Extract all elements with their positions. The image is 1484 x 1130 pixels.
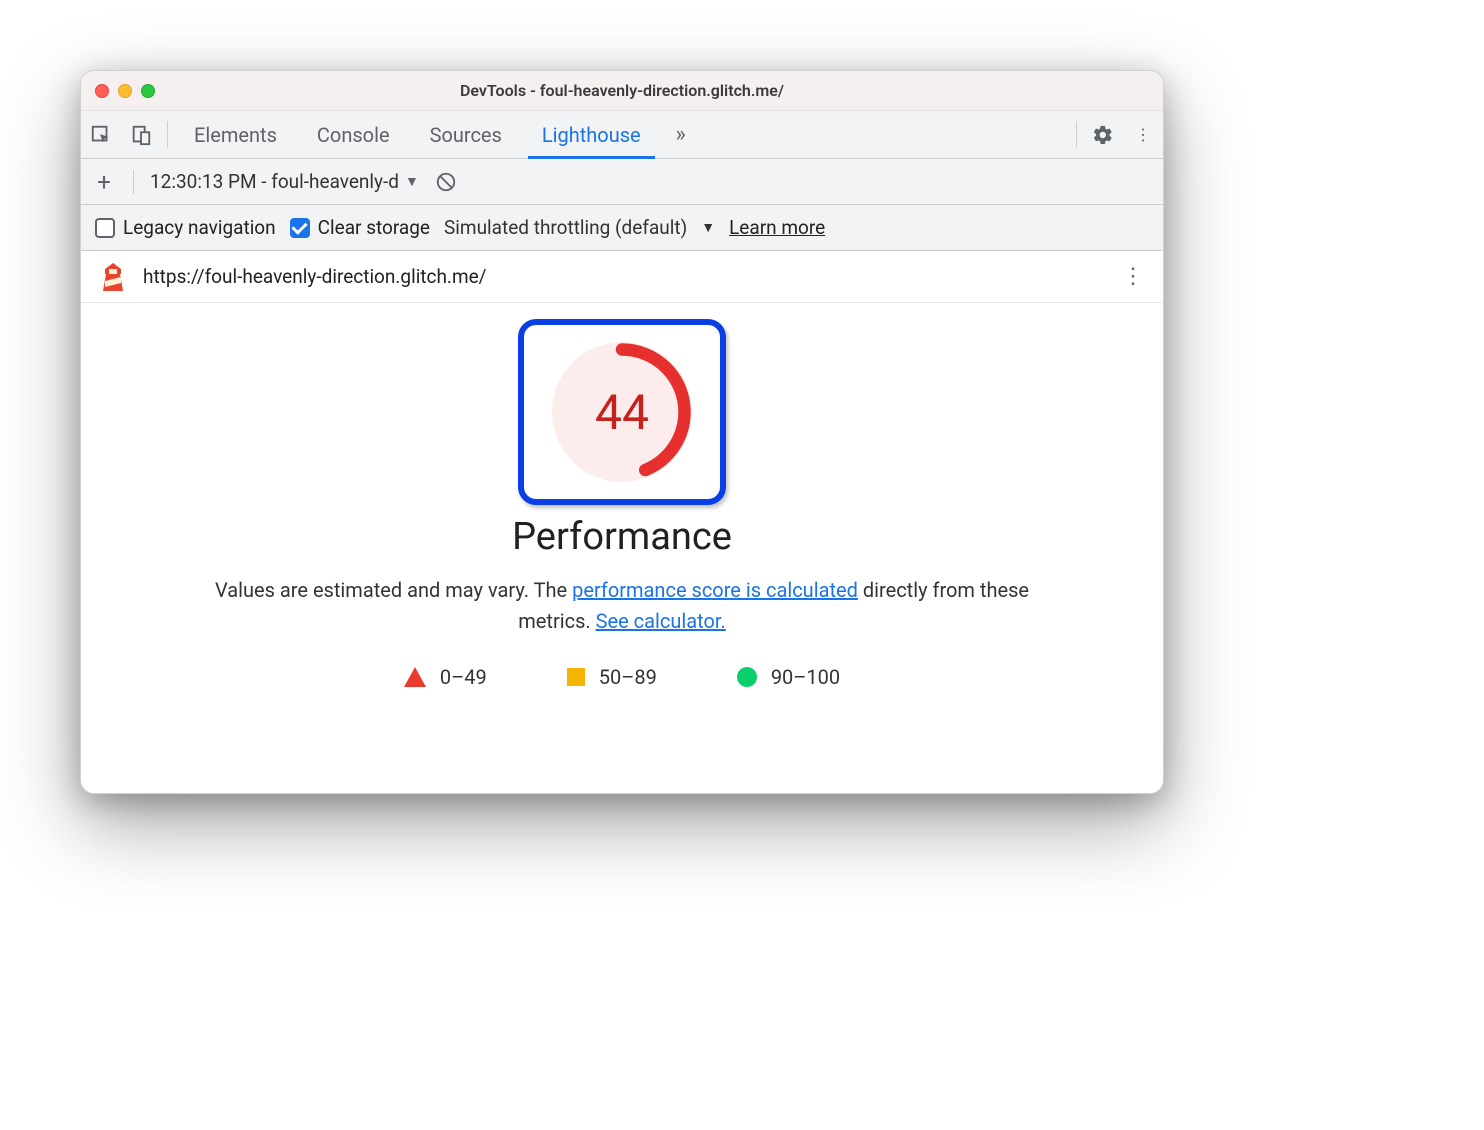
performance-gauge: 44	[547, 337, 697, 487]
maximize-window-button[interactable]	[141, 84, 155, 98]
more-tabs-icon[interactable]: »	[661, 111, 701, 158]
separator	[133, 170, 134, 194]
tab-lighthouse[interactable]: Lighthouse	[522, 111, 661, 158]
inspect-element-icon[interactable]	[81, 111, 121, 158]
settings-icon[interactable]	[1083, 111, 1123, 158]
performance-score: 44	[547, 337, 697, 487]
device-toolbar-icon[interactable]	[121, 111, 161, 158]
new-report-button[interactable]: +	[91, 168, 117, 196]
minimize-window-button[interactable]	[118, 84, 132, 98]
triangle-icon	[404, 667, 426, 687]
separator	[1076, 121, 1077, 148]
lighthouse-options-bar: Legacy navigation Clear storage Simulate…	[81, 205, 1163, 251]
report-url: https://foul-heavenly-direction.glitch.m…	[143, 265, 1105, 288]
see-calculator-link[interactable]: See calculator.	[596, 609, 726, 633]
traffic-lights	[81, 84, 155, 98]
learn-more-link[interactable]: Learn more	[729, 216, 825, 239]
score-description: Values are estimated and may vary. The p…	[192, 575, 1052, 637]
clear-storage-option[interactable]: Clear storage	[290, 216, 430, 239]
tab-console[interactable]: Console	[297, 111, 410, 158]
devtools-menu-icon[interactable]: ⋮	[1123, 111, 1163, 158]
lighthouse-icon	[99, 261, 127, 293]
square-icon	[567, 668, 585, 686]
titlebar: DevTools - foul-heavenly-direction.glitc…	[81, 71, 1163, 111]
devtools-window: DevTools - foul-heavenly-direction.glitc…	[80, 70, 1164, 794]
throttling-label: Simulated throttling (default)	[444, 216, 687, 239]
report-menu-icon[interactable]: ⋮	[1121, 264, 1145, 289]
throttling-selector[interactable]: Simulated throttling (default)	[444, 216, 687, 239]
legacy-navigation-label: Legacy navigation	[123, 216, 276, 239]
clear-storage-label: Clear storage	[318, 216, 430, 239]
legend-pass: 90–100	[737, 665, 840, 689]
score-highlight-box: 44	[518, 319, 726, 505]
separator	[167, 121, 168, 148]
main-tab-bar: Elements Console Sources Lighthouse » ⋮	[81, 111, 1163, 159]
lighthouse-toolbar: + 12:30:13 PM - foul-heavenly-d ▼	[81, 159, 1163, 205]
clear-storage-checkbox[interactable]	[290, 218, 310, 238]
tab-sources[interactable]: Sources	[410, 111, 522, 158]
chevron-down-icon: ▼	[701, 219, 715, 236]
report-url-bar: https://foul-heavenly-direction.glitch.m…	[81, 251, 1163, 303]
legacy-navigation-checkbox[interactable]	[95, 218, 115, 238]
category-title: Performance	[512, 515, 732, 559]
tab-elements[interactable]: Elements	[174, 111, 297, 158]
report-selector-label: 12:30:13 PM - foul-heavenly-d	[150, 170, 399, 193]
clear-report-icon[interactable]	[435, 171, 457, 193]
close-window-button[interactable]	[95, 84, 109, 98]
report-selector[interactable]: 12:30:13 PM - foul-heavenly-d ▼	[150, 170, 419, 193]
legend-fail: 0–49	[404, 665, 487, 689]
legend-average: 50–89	[567, 665, 657, 689]
score-calc-link[interactable]: performance score is calculated	[572, 578, 858, 602]
score-legend: 0–49 50–89 90–100	[404, 665, 840, 689]
chevron-down-icon: ▼	[405, 173, 419, 190]
circle-icon	[737, 667, 757, 687]
lighthouse-report: 44 Performance Values are estimated and …	[81, 303, 1163, 793]
legacy-navigation-option[interactable]: Legacy navigation	[95, 216, 276, 239]
window-title: DevTools - foul-heavenly-direction.glitc…	[81, 81, 1163, 100]
